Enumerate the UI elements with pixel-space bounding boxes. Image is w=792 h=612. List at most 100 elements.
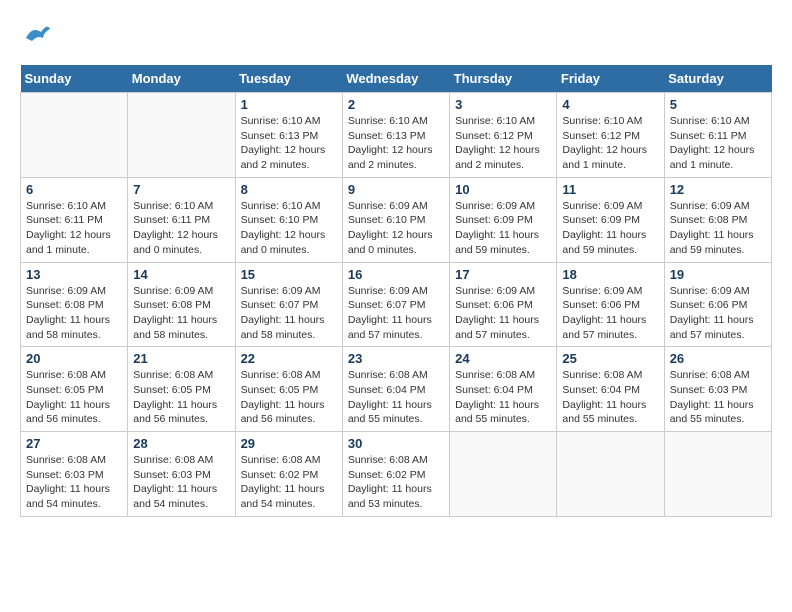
day-header-saturday: Saturday — [664, 65, 771, 93]
day-info: Sunrise: 6:08 AM Sunset: 6:02 PM Dayligh… — [348, 453, 444, 512]
day-number: 6 — [26, 182, 122, 197]
day-info: Sunrise: 6:08 AM Sunset: 6:03 PM Dayligh… — [670, 368, 766, 427]
calendar-cell — [450, 432, 557, 517]
calendar-cell: 18 Sunrise: 6:09 AM Sunset: 6:06 PM Dayli… — [557, 262, 664, 347]
day-number: 16 — [348, 267, 444, 282]
calendar-week-4: 20 Sunrise: 6:08 AM Sunset: 6:05 PM Dayli… — [21, 347, 772, 432]
day-header-sunday: Sunday — [21, 65, 128, 93]
day-number: 26 — [670, 351, 766, 366]
day-info: Sunrise: 6:09 AM Sunset: 6:08 PM Dayligh… — [670, 199, 766, 258]
calendar-cell: 17 Sunrise: 6:09 AM Sunset: 6:06 PM Dayli… — [450, 262, 557, 347]
calendar-cell: 3Sunrise: 6:10 AM Sunset: 6:12 PM Daylig… — [450, 93, 557, 178]
day-number: 24 — [455, 351, 551, 366]
day-info: Sunrise: 6:08 AM Sunset: 6:04 PM Dayligh… — [348, 368, 444, 427]
calendar-cell: 2Sunrise: 6:10 AM Sunset: 6:13 PM Daylig… — [342, 93, 449, 178]
day-info: Sunrise: 6:08 AM Sunset: 6:05 PM Dayligh… — [133, 368, 229, 427]
day-number: 21 — [133, 351, 229, 366]
calendar-cell: 1 Sunrise: 6:10 AM Sunset: 6:13 PM Daylig… — [235, 93, 342, 178]
calendar-week-1: 1 Sunrise: 6:10 AM Sunset: 6:13 PM Daylig… — [21, 93, 772, 178]
day-header-monday: Monday — [128, 65, 235, 93]
calendar-cell — [664, 432, 771, 517]
day-number: 23 — [348, 351, 444, 366]
calendar-cell: 10 Sunrise: 6:09 AM Sunset: 6:09 PM Dayli… — [450, 177, 557, 262]
calendar-cell: 12 Sunrise: 6:09 AM Sunset: 6:08 PM Dayli… — [664, 177, 771, 262]
day-number: 13 — [26, 267, 122, 282]
calendar-week-5: 27 Sunrise: 6:08 AM Sunset: 6:03 PM Dayli… — [21, 432, 772, 517]
day-info: Sunrise: 6:10 AM Sunset: 6:13 PM Dayligh… — [241, 114, 337, 173]
calendar-cell: 21 Sunrise: 6:08 AM Sunset: 6:05 PM Dayli… — [128, 347, 235, 432]
calendar-cell: 5Sunrise: 6:10 AM Sunset: 6:11 PM Daylig… — [664, 93, 771, 178]
day-info: Sunrise: 6:08 AM Sunset: 6:05 PM Dayligh… — [241, 368, 337, 427]
calendar-cell: 9 Sunrise: 6:09 AM Sunset: 6:10 PM Daylig… — [342, 177, 449, 262]
day-info: Sunrise: 6:09 AM Sunset: 6:06 PM Dayligh… — [455, 284, 551, 343]
calendar-cell — [128, 93, 235, 178]
calendar-cell: 19Sunrise: 6:09 AM Sunset: 6:06 PM Dayli… — [664, 262, 771, 347]
day-number: 20 — [26, 351, 122, 366]
day-info: Sunrise: 6:09 AM Sunset: 6:08 PM Dayligh… — [133, 284, 229, 343]
day-info: Sunrise: 6:10 AM Sunset: 6:12 PM Dayligh… — [562, 114, 658, 173]
logo-bird-icon — [20, 20, 50, 50]
day-number: 9 — [348, 182, 444, 197]
calendar-cell — [557, 432, 664, 517]
day-info: Sunrise: 6:08 AM Sunset: 6:02 PM Dayligh… — [241, 453, 337, 512]
calendar-table: SundayMondayTuesdayWednesdayThursdayFrid… — [20, 65, 772, 517]
calendar-cell: 23 Sunrise: 6:08 AM Sunset: 6:04 PM Dayli… — [342, 347, 449, 432]
page-header — [20, 20, 772, 55]
calendar-cell: 4Sunrise: 6:10 AM Sunset: 6:12 PM Daylig… — [557, 93, 664, 178]
calendar-cell: 6 Sunrise: 6:10 AM Sunset: 6:11 PM Daylig… — [21, 177, 128, 262]
day-number: 2 — [348, 97, 444, 112]
day-number: 30 — [348, 436, 444, 451]
day-info: Sunrise: 6:10 AM Sunset: 6:11 PM Dayligh… — [133, 199, 229, 258]
day-number: 25 — [562, 351, 658, 366]
day-number: 10 — [455, 182, 551, 197]
calendar-week-2: 6 Sunrise: 6:10 AM Sunset: 6:11 PM Daylig… — [21, 177, 772, 262]
day-info: Sunrise: 6:09 AM Sunset: 6:07 PM Dayligh… — [348, 284, 444, 343]
calendar-cell: 30 Sunrise: 6:08 AM Sunset: 6:02 PM Dayli… — [342, 432, 449, 517]
day-info: Sunrise: 6:10 AM Sunset: 6:11 PM Dayligh… — [26, 199, 122, 258]
day-number: 27 — [26, 436, 122, 451]
calendar-cell: 29 Sunrise: 6:08 AM Sunset: 6:02 PM Dayli… — [235, 432, 342, 517]
calendar-header-row: SundayMondayTuesdayWednesdayThursdayFrid… — [21, 65, 772, 93]
calendar-cell: 25 Sunrise: 6:08 AM Sunset: 6:04 PM Dayli… — [557, 347, 664, 432]
day-info: Sunrise: 6:09 AM Sunset: 6:06 PM Dayligh… — [562, 284, 658, 343]
day-info: Sunrise: 6:08 AM Sunset: 6:03 PM Dayligh… — [133, 453, 229, 512]
day-info: Sunrise: 6:08 AM Sunset: 6:05 PM Dayligh… — [26, 368, 122, 427]
day-header-tuesday: Tuesday — [235, 65, 342, 93]
day-number: 29 — [241, 436, 337, 451]
day-info: Sunrise: 6:10 AM Sunset: 6:11 PM Dayligh… — [670, 114, 766, 173]
day-info: Sunrise: 6:09 AM Sunset: 6:10 PM Dayligh… — [348, 199, 444, 258]
day-info: Sunrise: 6:09 AM Sunset: 6:09 PM Dayligh… — [455, 199, 551, 258]
calendar-cell: 8 Sunrise: 6:10 AM Sunset: 6:10 PM Daylig… — [235, 177, 342, 262]
day-info: Sunrise: 6:09 AM Sunset: 6:07 PM Dayligh… — [241, 284, 337, 343]
day-number: 8 — [241, 182, 337, 197]
day-number: 18 — [562, 267, 658, 282]
day-number: 15 — [241, 267, 337, 282]
day-info: Sunrise: 6:08 AM Sunset: 6:03 PM Dayligh… — [26, 453, 122, 512]
calendar-cell: 27 Sunrise: 6:08 AM Sunset: 6:03 PM Dayli… — [21, 432, 128, 517]
day-info: Sunrise: 6:10 AM Sunset: 6:12 PM Dayligh… — [455, 114, 551, 173]
logo — [20, 20, 50, 55]
calendar-cell: 24 Sunrise: 6:08 AM Sunset: 6:04 PM Dayli… — [450, 347, 557, 432]
day-number: 17 — [455, 267, 551, 282]
day-number: 1 — [241, 97, 337, 112]
calendar-cell: 20 Sunrise: 6:08 AM Sunset: 6:05 PM Dayli… — [21, 347, 128, 432]
calendar-cell: 28 Sunrise: 6:08 AM Sunset: 6:03 PM Dayli… — [128, 432, 235, 517]
day-info: Sunrise: 6:08 AM Sunset: 6:04 PM Dayligh… — [455, 368, 551, 427]
day-header-wednesday: Wednesday — [342, 65, 449, 93]
calendar-body: 1 Sunrise: 6:10 AM Sunset: 6:13 PM Daylig… — [21, 93, 772, 517]
day-number: 12 — [670, 182, 766, 197]
calendar-cell: 15 Sunrise: 6:09 AM Sunset: 6:07 PM Dayli… — [235, 262, 342, 347]
day-number: 28 — [133, 436, 229, 451]
calendar-cell: 14Sunrise: 6:09 AM Sunset: 6:08 PM Dayli… — [128, 262, 235, 347]
calendar-cell: 16 Sunrise: 6:09 AM Sunset: 6:07 PM Dayli… — [342, 262, 449, 347]
day-info: Sunrise: 6:09 AM Sunset: 6:08 PM Dayligh… — [26, 284, 122, 343]
calendar-cell: 7 Sunrise: 6:10 AM Sunset: 6:11 PM Daylig… — [128, 177, 235, 262]
day-info: Sunrise: 6:09 AM Sunset: 6:06 PM Dayligh… — [670, 284, 766, 343]
calendar-cell: 22Sunrise: 6:08 AM Sunset: 6:05 PM Dayli… — [235, 347, 342, 432]
calendar-cell — [21, 93, 128, 178]
day-info: Sunrise: 6:08 AM Sunset: 6:04 PM Dayligh… — [562, 368, 658, 427]
day-header-thursday: Thursday — [450, 65, 557, 93]
calendar-cell: 11Sunrise: 6:09 AM Sunset: 6:09 PM Dayli… — [557, 177, 664, 262]
day-info: Sunrise: 6:10 AM Sunset: 6:10 PM Dayligh… — [241, 199, 337, 258]
day-number: 7 — [133, 182, 229, 197]
